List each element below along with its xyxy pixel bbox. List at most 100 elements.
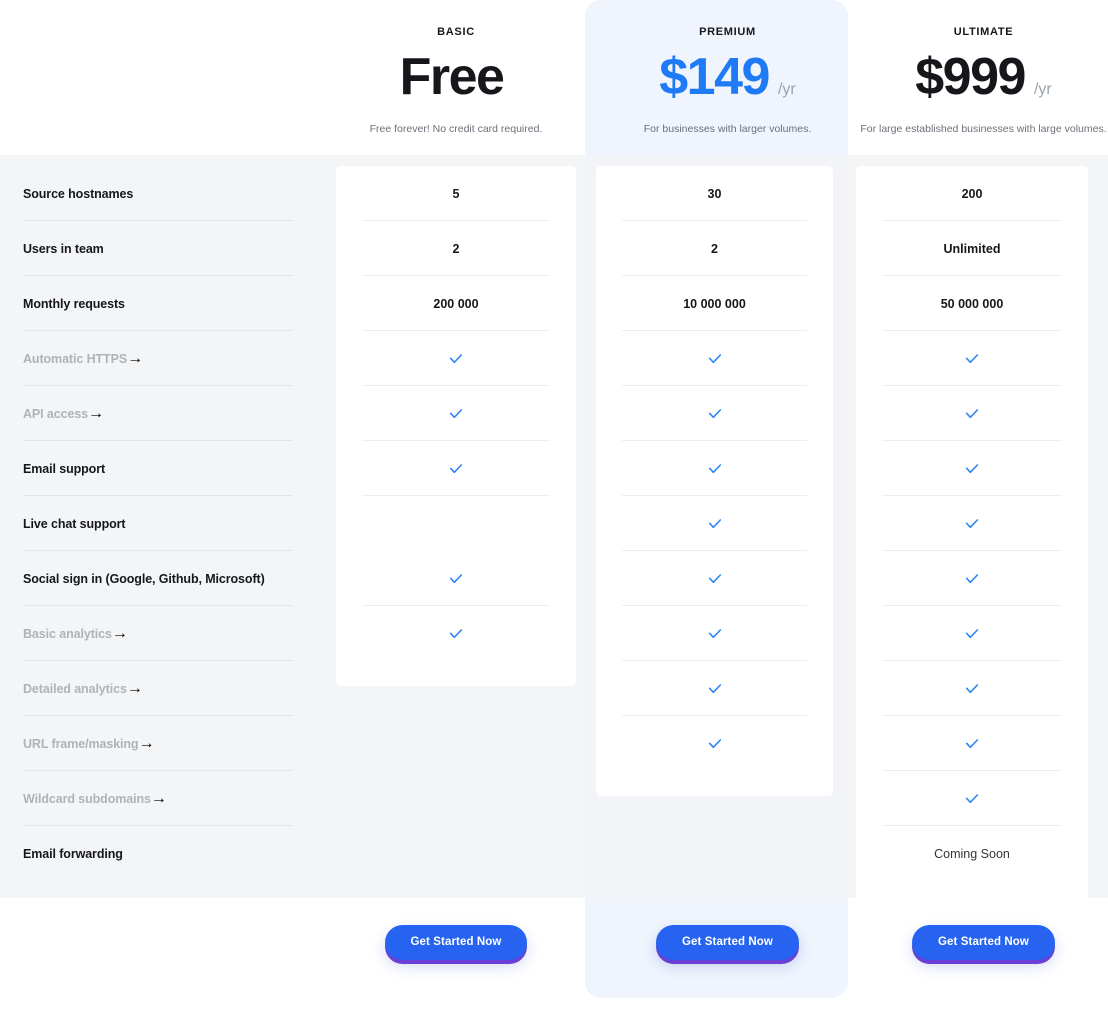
- check-icon: [448, 406, 464, 422]
- feature-value-cell: [856, 661, 1088, 716]
- plan-price-premium: $149: [659, 48, 770, 106]
- plan-name-premium: PREMIUM: [699, 26, 756, 38]
- plan-price-row-ultimate: $999 /yr: [915, 51, 1051, 103]
- check-icon: [964, 626, 980, 642]
- feature-value-cell: [336, 606, 576, 661]
- feature-value-text: 200: [961, 186, 983, 201]
- feature-label-column: Source hostnames Users in team Monthly req…: [0, 166, 336, 906]
- feature-label: Live chat support: [23, 516, 126, 531]
- feature-value-cell: [856, 496, 1088, 551]
- arrow-right-icon: →: [111, 624, 128, 642]
- feature-label: Users in team: [23, 241, 104, 256]
- feature-column-ultimate: 200 Unlimited 50 000 000 Coming Soon: [856, 166, 1088, 906]
- check-icon: [448, 626, 464, 642]
- cta-cell-ultimate: Get Started Now: [859, 898, 1108, 1010]
- feature-label[interactable]: API access: [23, 407, 88, 421]
- check-icon: [964, 681, 980, 697]
- plan-header-basic: BASIC Free Free forever! No credit card …: [336, 0, 576, 155]
- check-icon: [707, 351, 723, 367]
- feature-value-cell: [336, 331, 576, 386]
- arrow-right-icon: →: [126, 679, 143, 697]
- pricing-page: BASIC Free Free forever! No credit card …: [0, 0, 1108, 1010]
- feature-row: Detailed analytics →: [23, 661, 336, 716]
- feature-row: Basic analytics →: [23, 606, 336, 661]
- feature-value-cell: 50 000 000: [856, 276, 1088, 331]
- feature-value-cell: [336, 551, 576, 606]
- check-icon: [448, 351, 464, 367]
- feature-value-cell: [596, 441, 833, 496]
- feature-label: Source hostnames: [23, 186, 134, 201]
- feature-label[interactable]: URL frame/masking: [23, 737, 139, 751]
- arrow-right-icon: →: [88, 404, 105, 422]
- feature-row: Monthly requests: [23, 276, 336, 331]
- feature-value-cell: 200 000: [336, 276, 576, 331]
- plan-header-ultimate: ULTIMATE $999 /yr For large established …: [859, 0, 1108, 155]
- check-icon: [707, 571, 723, 587]
- feature-label[interactable]: Basic analytics: [23, 627, 112, 641]
- feature-row: Users in team: [23, 221, 336, 276]
- feature-comparison-grid: Source hostnames Users in team Monthly req…: [0, 166, 1108, 906]
- check-icon: [964, 736, 980, 752]
- feature-row: Wildcard subdomains →: [23, 771, 336, 826]
- get-started-button-basic[interactable]: Get Started Now: [384, 925, 528, 960]
- feature-value-cell: [596, 386, 833, 441]
- feature-value-cell: 5: [336, 166, 576, 221]
- plans-header: BASIC Free Free forever! No credit card …: [0, 0, 1108, 155]
- feature-value-cell: 2: [336, 221, 576, 276]
- check-icon: [964, 571, 980, 587]
- cta-cell-premium: Get Started Now: [596, 898, 859, 1010]
- arrow-right-icon: →: [150, 789, 167, 807]
- feature-value-text: Coming Soon: [934, 846, 1010, 861]
- feature-value-cell: [856, 441, 1088, 496]
- feature-row: Live chat support: [23, 496, 336, 551]
- plan-price-ultimate: $999: [915, 48, 1026, 106]
- check-icon: [707, 406, 723, 422]
- check-icon: [707, 681, 723, 697]
- feature-value-cell: [856, 771, 1088, 826]
- feature-value-cell: [596, 661, 833, 716]
- feature-value-cell: [856, 606, 1088, 661]
- feature-value-cell: [596, 331, 833, 386]
- feature-row: Automatic HTTPS →: [23, 331, 336, 386]
- check-icon: [707, 516, 723, 532]
- plan-price-row-premium: $149 /yr: [659, 51, 795, 103]
- feature-value-cell: Unlimited: [856, 221, 1088, 276]
- feature-label[interactable]: Detailed analytics: [23, 682, 127, 696]
- feature-value-cell: [336, 496, 576, 551]
- feature-label: Email support: [23, 461, 106, 476]
- feature-row: Source hostnames: [23, 166, 336, 221]
- plan-period-premium: /yr: [777, 81, 796, 98]
- feature-row: Social sign in (Google, Github, Microsof…: [23, 551, 336, 606]
- feature-value-cell: [336, 826, 576, 881]
- plan-period-ultimate: /yr: [1033, 81, 1052, 98]
- check-icon: [964, 461, 980, 477]
- check-icon: [964, 791, 980, 807]
- feature-value-cell: [596, 826, 833, 881]
- feature-value-cell: [856, 551, 1088, 606]
- feature-value-cell: [596, 771, 833, 826]
- feature-value-text: Unlimited: [943, 241, 1001, 256]
- plan-description-basic: Free forever! No credit card required.: [369, 123, 543, 135]
- feature-value-cell: 2: [596, 221, 833, 276]
- get-started-button-premium[interactable]: Get Started Now: [656, 925, 799, 960]
- feature-value-text: 5: [452, 186, 460, 201]
- get-started-button-ultimate[interactable]: Get Started Now: [912, 925, 1055, 960]
- feature-label: Email forwarding: [23, 846, 123, 861]
- feature-value-cell: 200: [856, 166, 1088, 221]
- feature-value-cell: [596, 496, 833, 551]
- check-icon: [964, 516, 980, 532]
- feature-row: API access →: [23, 386, 336, 441]
- check-icon: [448, 571, 464, 587]
- feature-value-text: 50 000 000: [940, 296, 1004, 311]
- feature-value-cell: 30: [596, 166, 833, 221]
- plan-price-row-basic: Free: [400, 51, 513, 103]
- feature-value-cell: [596, 551, 833, 606]
- check-icon: [964, 351, 980, 367]
- feature-value-cell: [856, 386, 1088, 441]
- feature-value-cell: [336, 386, 576, 441]
- feature-label[interactable]: Wildcard subdomains: [23, 792, 151, 806]
- check-icon: [707, 736, 723, 752]
- feature-value-text: 30: [707, 186, 722, 201]
- feature-value-cell: [336, 716, 576, 771]
- feature-label[interactable]: Automatic HTTPS: [23, 352, 127, 366]
